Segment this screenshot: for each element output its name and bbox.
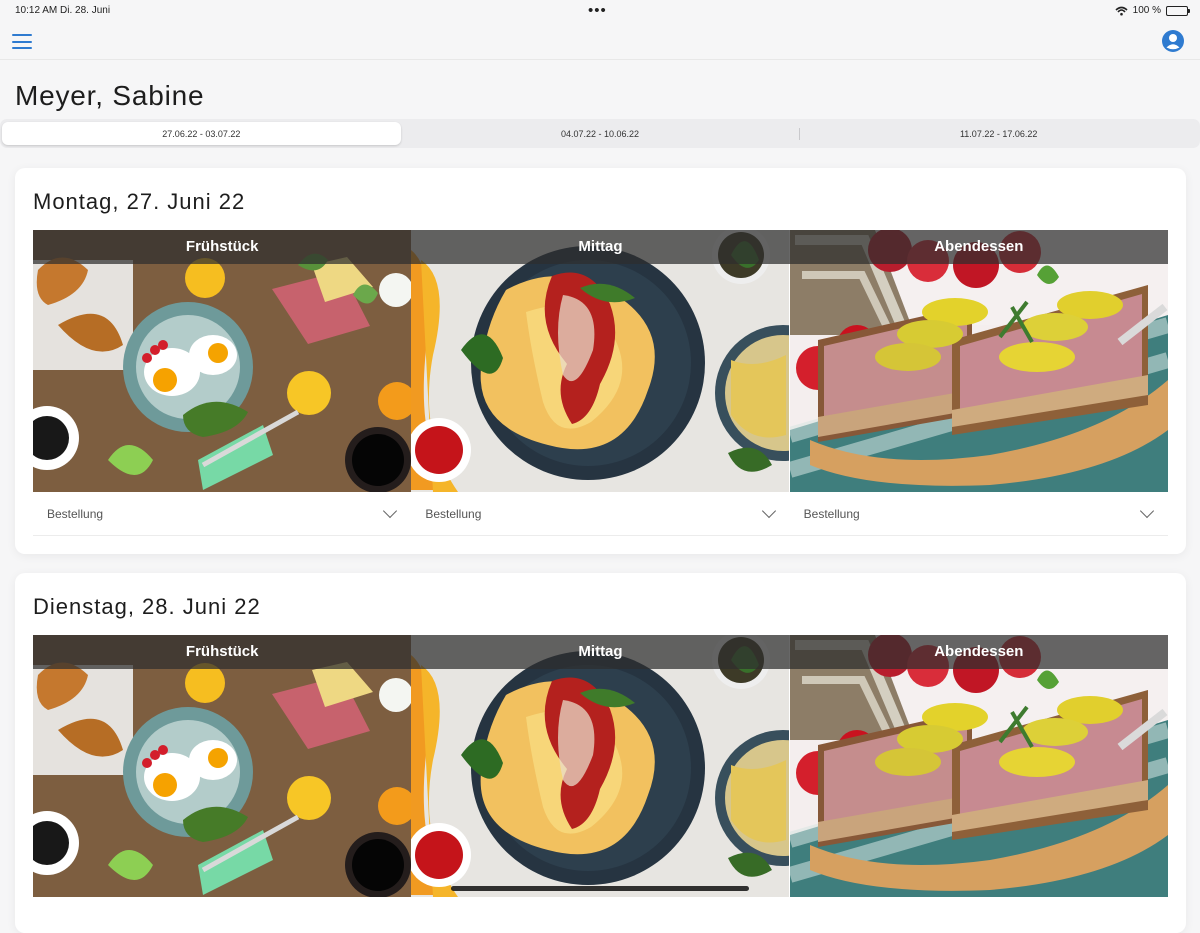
- meal-title: Frühstück: [33, 635, 412, 669]
- day-title: Dienstag, 28. Juni 22: [33, 594, 261, 619]
- chevron-down-icon: [383, 503, 398, 519]
- pasta-image-icon: [411, 230, 790, 492]
- pasta-photo: Mittag: [411, 635, 790, 897]
- week-tab-segmented-control: 27.06.22 - 03.07.22 04.07.22 - 10.06.22 …: [0, 119, 1200, 148]
- order-dropdown-label: Bestellung: [47, 506, 104, 521]
- top-toolbar: [0, 22, 1200, 60]
- chevron-down-icon: [1139, 503, 1155, 519]
- tab-week-3[interactable]: 11.07.22 - 17.06.22: [799, 122, 1198, 145]
- meal-title: Mittag: [411, 635, 790, 669]
- meal-row: Frühstück Bestellung Mittag Bestellung A…: [33, 230, 1168, 536]
- meal-title: Mittag: [411, 230, 790, 264]
- day-card-monday: Montag, 27. Juni 22 Frühstück Bestellung…: [15, 168, 1186, 554]
- multitasking-indicator: •••: [588, 2, 607, 19]
- tab-week-2[interactable]: 04.07.22 - 10.06.22: [401, 122, 800, 145]
- battery-icon: [1166, 5, 1190, 16]
- pasta-image-icon: [411, 635, 790, 897]
- status-time-date: 10:12 AM Di. 28. Juni: [15, 5, 110, 16]
- status-date: Di. 28. Juni: [60, 5, 111, 16]
- meal-card-breakfast[interactable]: Frühstück Bestellung: [33, 230, 412, 536]
- pasta-photo: Mittag: [411, 230, 790, 492]
- meal-title: Abendessen: [789, 230, 1168, 264]
- meal-card-lunch[interactable]: Mittag: [411, 635, 790, 897]
- breakfast-photo: Frühstück: [33, 635, 412, 897]
- bread-spread-image-icon: [789, 230, 1168, 492]
- bread-spread-photo: Abendessen: [789, 635, 1168, 897]
- page-title: Meyer, Sabine: [15, 80, 205, 111]
- order-dropdown[interactable]: Bestellung: [789, 492, 1168, 536]
- breakfast-photo: Frühstück: [33, 230, 412, 492]
- account-circle-icon[interactable]: [1161, 29, 1185, 53]
- breakfast-image-icon: [33, 230, 411, 492]
- order-dropdown[interactable]: Bestellung: [33, 492, 412, 536]
- status-time: 10:12 AM: [15, 5, 58, 16]
- order-dropdown[interactable]: Bestellung: [411, 492, 790, 536]
- meal-row: Frühstück Mittag Abendessen: [33, 635, 1168, 897]
- meal-card-breakfast[interactable]: Frühstück: [33, 635, 412, 897]
- breakfast-image-icon: [33, 635, 411, 897]
- meal-title: Frühstück: [33, 230, 412, 264]
- home-indicator[interactable]: [451, 886, 749, 891]
- meal-card-dinner[interactable]: Abendessen: [789, 635, 1168, 897]
- status-bar: 10:12 AM Di. 28. Juni ••• 100 %: [0, 0, 1200, 22]
- status-right-group: 100 %: [1115, 5, 1190, 16]
- bread-spread-photo: Abendessen: [789, 230, 1168, 492]
- hamburger-menu-icon[interactable]: [12, 34, 32, 49]
- order-dropdown-label: Bestellung: [425, 506, 482, 521]
- tab-week-1[interactable]: 27.06.22 - 03.07.22: [2, 122, 401, 145]
- day-title: Montag, 27. Juni 22: [33, 189, 246, 214]
- bread-spread-image-icon: [789, 635, 1168, 897]
- wifi-icon: [1115, 6, 1128, 15]
- chevron-down-icon: [761, 503, 776, 519]
- battery-text: 100 %: [1132, 5, 1161, 16]
- meal-card-lunch[interactable]: Mittag Bestellung: [411, 230, 790, 536]
- meal-title: Abendessen: [789, 635, 1168, 669]
- order-dropdown-label: Bestellung: [803, 506, 860, 521]
- day-card-tuesday: Dienstag, 28. Juni 22 Frühstück Mittag A…: [15, 573, 1186, 933]
- meal-card-dinner[interactable]: Abendessen Bestellung: [789, 230, 1168, 536]
